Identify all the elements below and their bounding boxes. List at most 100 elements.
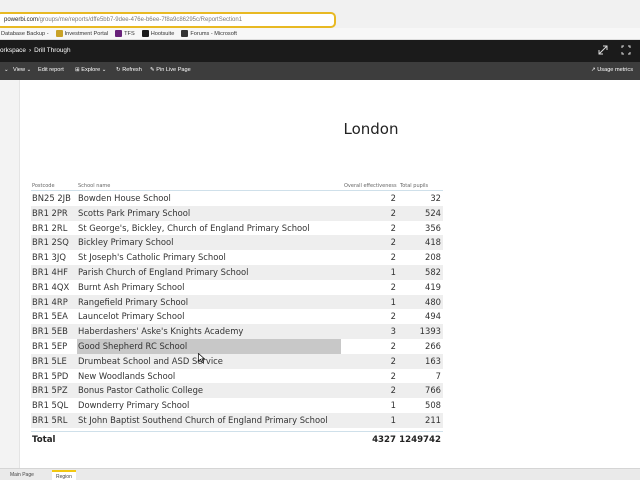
table-row[interactable]: BR1 5EB Haberdashers' Aske's Knights Acad…: [31, 324, 443, 339]
column-header-postcode[interactable]: Postcode: [32, 183, 55, 189]
cell-total-pupils: 419: [425, 281, 441, 292]
cell-total-pupils: 480: [425, 296, 441, 307]
bookmark-label: TFS: [124, 30, 135, 37]
schools-table: Postcode School name Overall effectivene…: [31, 181, 443, 447]
table-row[interactable]: BR1 5PD New Woodlands School 2 7: [31, 369, 443, 384]
cell-school-name: Bickley Primary School: [78, 237, 174, 248]
left-nav-rail: [0, 80, 20, 468]
url-host: powerbi.com: [4, 17, 39, 23]
cell-postcode: BR1 2SQ: [32, 237, 69, 248]
table-row[interactable]: BR1 2SQ Bickley Primary School 2 418: [31, 235, 443, 251]
cell-effectiveness: 2: [390, 385, 396, 396]
refresh-button[interactable]: ↻ Refresh: [116, 67, 142, 73]
table-row[interactable]: BR1 5QL Downderry Primary School 1 508: [31, 398, 443, 413]
cell-school-name: Launcelot Primary School: [78, 311, 185, 322]
cell-effectiveness: 2: [390, 252, 396, 263]
bookmark-label: Investment Portal: [64, 30, 109, 37]
address-bar[interactable]: powerbi.com/groups/me/reports/dffe5bb7-9…: [0, 12, 336, 28]
cell-total-pupils: 211: [425, 414, 441, 425]
page-tab[interactable]: Main Page: [6, 470, 38, 480]
explore-menu[interactable]: ⊞ Explore ⌄: [75, 67, 106, 73]
cell-total-pupils: 494: [425, 311, 441, 322]
cell-postcode: BR1 5RL: [32, 414, 68, 425]
cell-effectiveness: 3: [390, 326, 396, 337]
column-header-effectiveness[interactable]: Overall effectiveness: [344, 183, 397, 189]
pin-live-label: Pin Live Page: [156, 67, 191, 73]
browser-chrome: powerbi.com/groups/me/reports/dffe5bb7-9…: [0, 0, 640, 28]
url-path: /groups/me/reports/dffe5bb7-9dee-476e-b6…: [38, 17, 243, 23]
table-row[interactable]: BR1 2RL St George's, Bickley, Church of E…: [31, 221, 443, 236]
page-tabs: Main Page Region: [0, 468, 640, 480]
app-header: orkspace › Drill Through: [0, 40, 640, 62]
cell-school-name: St George's, Bickley, Church of England …: [78, 222, 310, 233]
table-total-row: Total 4327 1249742: [31, 430, 443, 447]
cell-postcode: BR1 2PR: [32, 207, 68, 218]
bookmark-label: Database Backup -: [1, 30, 49, 37]
breadcrumb-separator: ›: [28, 47, 32, 54]
table-row[interactable]: BR1 3JQ St Joseph's Catholic Primary Scho…: [31, 250, 443, 265]
column-header-pupils[interactable]: Total pupils: [400, 183, 428, 189]
table-row[interactable]: BR1 5LE Drumbeat School and ASD Service 2 1…: [31, 353, 443, 369]
table-row[interactable]: BR1 5RL St John Baptist Southend Church o…: [31, 412, 443, 428]
report-canvas: London Postcode School name Overall effe…: [21, 80, 640, 468]
usage-metrics-button[interactable]: ↗ Usage metrics: [591, 67, 633, 73]
table-row[interactable]: BR1 5EP Good Shepherd RC School 2 266: [31, 338, 443, 354]
cell-school-name: Burnt Ash Primary School: [78, 281, 185, 292]
cell-school-name: St John Baptist Southend Church of Engla…: [78, 414, 328, 425]
table-row[interactable]: BR1 5PZ Bonus Pastor Catholic College 2 766: [31, 383, 443, 399]
cell-total-pupils: 418: [425, 237, 441, 248]
explore-label: Explore ⌄: [81, 67, 107, 73]
cell-effectiveness: 1: [390, 296, 396, 307]
bookmark-label: Hootsuite: [150, 30, 175, 37]
cell-total-pupils: 163: [425, 355, 441, 366]
bookmark-item[interactable]: Forums - Microsoft: [181, 30, 237, 37]
table-row[interactable]: BR1 4QX Burnt Ash Primary School 2 419: [31, 280, 443, 295]
table-row[interactable]: BR1 4HF Parish Church of England Primary …: [31, 264, 443, 280]
table-row[interactable]: BN25 2JB Bowden House School 2 32: [31, 191, 443, 206]
bookmark-item[interactable]: Hootsuite: [141, 30, 175, 37]
cell-total-pupils: 7: [435, 370, 441, 381]
cell-postcode: BR1 4QX: [32, 281, 70, 292]
cell-total-pupils: 356: [425, 222, 441, 233]
bookmark-item[interactable]: Database Backup -: [0, 30, 49, 37]
cell-total-pupils: 524: [425, 207, 441, 218]
bookmark-item[interactable]: Investment Portal: [55, 30, 109, 37]
refresh-label: Refresh: [122, 67, 142, 73]
cell-postcode: BN25 2JB: [32, 193, 71, 203]
pin-live-page-button[interactable]: ✎ Pin Live Page: [150, 67, 191, 73]
cell-total-pupils: 766: [425, 385, 441, 396]
tfs-icon: [115, 30, 123, 37]
cell-effectiveness: 2: [390, 311, 396, 322]
table-row[interactable]: BR1 5EA Launcelot Primary School 2 494: [31, 309, 443, 324]
view-menu[interactable]: View ⌄: [13, 67, 31, 73]
table-row[interactable]: BR1 4RP Rangefield Primary School 1 480: [31, 294, 443, 310]
bookmark-item[interactable]: TFS: [115, 30, 135, 37]
table-row[interactable]: BR1 2PR Scotts Park Primary School 2 524: [31, 205, 443, 221]
cell-effectiveness: 2: [390, 355, 396, 366]
page-tab[interactable]: Region: [52, 470, 76, 480]
cell-postcode: BR1 5PD: [32, 370, 69, 381]
total-pupils: 1249742: [399, 434, 441, 445]
cell-school-name: New Woodlands School: [78, 370, 176, 381]
cell-effectiveness: 2: [390, 222, 396, 233]
cell-postcode: BR1 5EP: [32, 340, 68, 351]
cell-effectiveness: 2: [390, 237, 396, 248]
file-menu-icon[interactable]: ⌄: [4, 67, 9, 73]
cell-school-name: St Joseph's Catholic Primary School: [78, 252, 226, 263]
cell-effectiveness: 2: [390, 207, 396, 218]
edit-report-button[interactable]: Edit report: [38, 67, 64, 73]
expand-icon[interactable]: [598, 45, 608, 55]
breadcrumb-workspace[interactable]: orkspace: [0, 47, 26, 54]
cell-total-pupils: 582: [425, 266, 441, 277]
cell-total-pupils: 266: [425, 340, 441, 351]
cell-school-name: Haberdashers' Aske's Knights Academy: [78, 326, 244, 337]
fullscreen-icon[interactable]: [621, 45, 631, 55]
explore-icon: ⊞: [75, 67, 80, 73]
cell-school-name: Parish Church of England Primary School: [78, 266, 249, 277]
total-label: Total: [32, 434, 56, 445]
cell-school-name: Bowden House School: [78, 193, 171, 203]
column-header-school[interactable]: School name: [78, 183, 110, 189]
report-title: London: [343, 120, 399, 138]
forums-icon: [181, 30, 189, 37]
cell-total-pupils: 208: [425, 252, 441, 263]
